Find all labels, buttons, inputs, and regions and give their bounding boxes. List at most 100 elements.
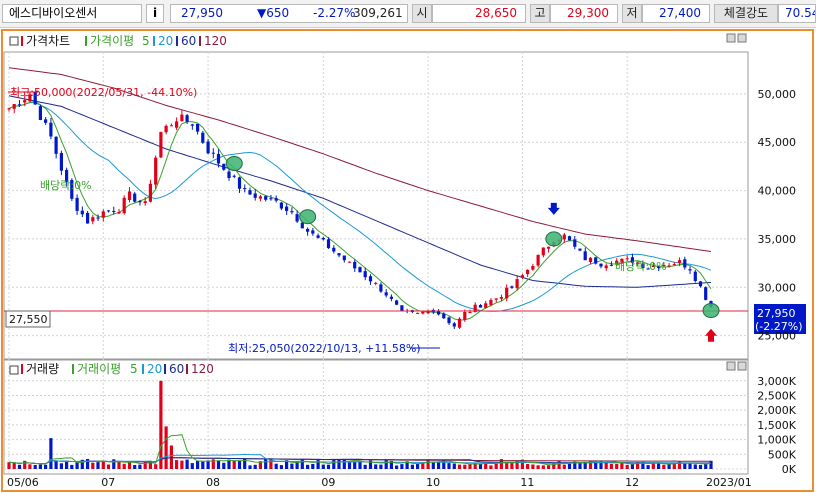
volume-bar bbox=[185, 459, 189, 469]
volume-bar bbox=[541, 465, 545, 469]
candle-body bbox=[306, 228, 310, 232]
candle-body bbox=[452, 323, 456, 327]
ma120-period: 120 bbox=[204, 34, 227, 48]
volume-bar bbox=[7, 462, 11, 469]
candle-body bbox=[75, 197, 79, 211]
volume-bar bbox=[232, 460, 236, 469]
volume-panel-toggle[interactable] bbox=[9, 365, 19, 375]
price-y-tick-label: 25,000 bbox=[758, 330, 797, 343]
candle-body bbox=[515, 279, 519, 289]
volume-bar bbox=[505, 463, 509, 469]
signal-circle-marker bbox=[299, 209, 317, 225]
candle-body bbox=[389, 296, 393, 299]
vol-ma20-period: 20 bbox=[147, 362, 162, 376]
candle-body bbox=[164, 125, 168, 133]
candle-body bbox=[368, 276, 373, 282]
candle-body bbox=[112, 211, 116, 212]
volume-legend: 거래량 거래이평 5 20 60 120 bbox=[9, 362, 214, 376]
candle-body bbox=[23, 100, 27, 103]
volume-bar bbox=[463, 464, 467, 469]
price-panel-restore-button[interactable] bbox=[726, 33, 736, 43]
price-y-tick-label: 35,000 bbox=[758, 233, 797, 246]
volume-bar bbox=[347, 462, 352, 469]
volume-bar bbox=[683, 463, 687, 469]
volume-bar bbox=[468, 464, 472, 469]
candle-body bbox=[384, 292, 388, 296]
price-panel-close-button[interactable] bbox=[737, 33, 747, 43]
volume-bar bbox=[395, 465, 399, 469]
ma60-period: 60 bbox=[181, 34, 196, 48]
volume-bar bbox=[190, 463, 194, 469]
signal-circle-marker bbox=[702, 303, 720, 319]
candle-body bbox=[347, 261, 352, 263]
volume-bar bbox=[154, 464, 158, 469]
x-tick-label: 09 bbox=[321, 476, 335, 489]
volume-panel-close-button[interactable] bbox=[737, 361, 747, 371]
vol-ma5-swatch bbox=[72, 364, 74, 374]
volume-bar bbox=[237, 460, 242, 469]
signal-circle-marker bbox=[225, 155, 243, 171]
candle-body bbox=[232, 175, 236, 177]
price-panel-toggle[interactable] bbox=[9, 36, 19, 46]
vol-ma60-swatch bbox=[164, 364, 166, 374]
volume-panel-restore-button[interactable] bbox=[726, 361, 736, 371]
volume-bar bbox=[384, 459, 388, 469]
candle-body bbox=[91, 217, 95, 222]
candle-body bbox=[489, 299, 493, 305]
candle-body bbox=[505, 287, 509, 299]
volume-bar bbox=[625, 464, 629, 469]
candle-body bbox=[363, 271, 367, 278]
candle-body bbox=[258, 196, 262, 199]
candle-body bbox=[253, 193, 257, 198]
candle-body bbox=[400, 305, 404, 311]
volume-bar bbox=[54, 461, 58, 469]
volume-bar bbox=[86, 459, 90, 469]
volume-bar bbox=[143, 461, 147, 469]
volume-bar bbox=[91, 462, 95, 469]
volume-bar bbox=[400, 464, 404, 469]
price-y-tick-label: 50,000 bbox=[758, 88, 797, 101]
current-price-box: 27,550 bbox=[5, 310, 51, 328]
x-tick-label: 10 bbox=[426, 476, 440, 489]
candle-body bbox=[49, 122, 53, 137]
candle-body bbox=[17, 104, 22, 106]
volume-bar bbox=[122, 463, 126, 469]
candle-body bbox=[154, 157, 158, 185]
volume-bar bbox=[17, 464, 22, 469]
candle-body bbox=[353, 261, 357, 269]
x-tick-label: 07 bbox=[101, 476, 115, 489]
volume-bar bbox=[531, 464, 535, 469]
candle-body bbox=[594, 257, 598, 264]
volume-bar bbox=[28, 464, 32, 469]
volume-bar bbox=[216, 460, 221, 469]
ma20-swatch bbox=[153, 36, 155, 46]
candle-body bbox=[698, 281, 703, 287]
candle-body bbox=[127, 191, 132, 200]
x-tick-label: 12 bbox=[625, 476, 639, 489]
candle-body bbox=[499, 297, 503, 299]
candle-body bbox=[667, 265, 671, 267]
candle-body bbox=[358, 267, 362, 273]
candle-body bbox=[38, 106, 42, 120]
candle-body bbox=[196, 123, 200, 132]
candle-body bbox=[143, 201, 147, 203]
price-legend-swatch bbox=[21, 36, 23, 46]
volume-bar bbox=[494, 463, 498, 469]
candle-body bbox=[599, 263, 603, 267]
candle-body bbox=[520, 275, 524, 278]
x-tick-label: 05/06 bbox=[7, 476, 39, 489]
volume-bar bbox=[646, 465, 650, 469]
candle-body bbox=[148, 183, 152, 202]
x-tick-label: 08 bbox=[206, 476, 220, 489]
volume-bar bbox=[44, 464, 48, 469]
candle-body bbox=[447, 317, 451, 324]
candle-body bbox=[683, 259, 687, 268]
candle-body bbox=[316, 235, 320, 238]
volume-bar bbox=[23, 460, 27, 469]
volume-bar bbox=[562, 464, 566, 469]
volume-y-tick-label: 3,000K bbox=[757, 375, 796, 388]
volume-bar bbox=[38, 464, 42, 469]
candle-body bbox=[321, 238, 325, 240]
candle-body bbox=[332, 247, 336, 252]
volume-bar bbox=[447, 463, 451, 469]
